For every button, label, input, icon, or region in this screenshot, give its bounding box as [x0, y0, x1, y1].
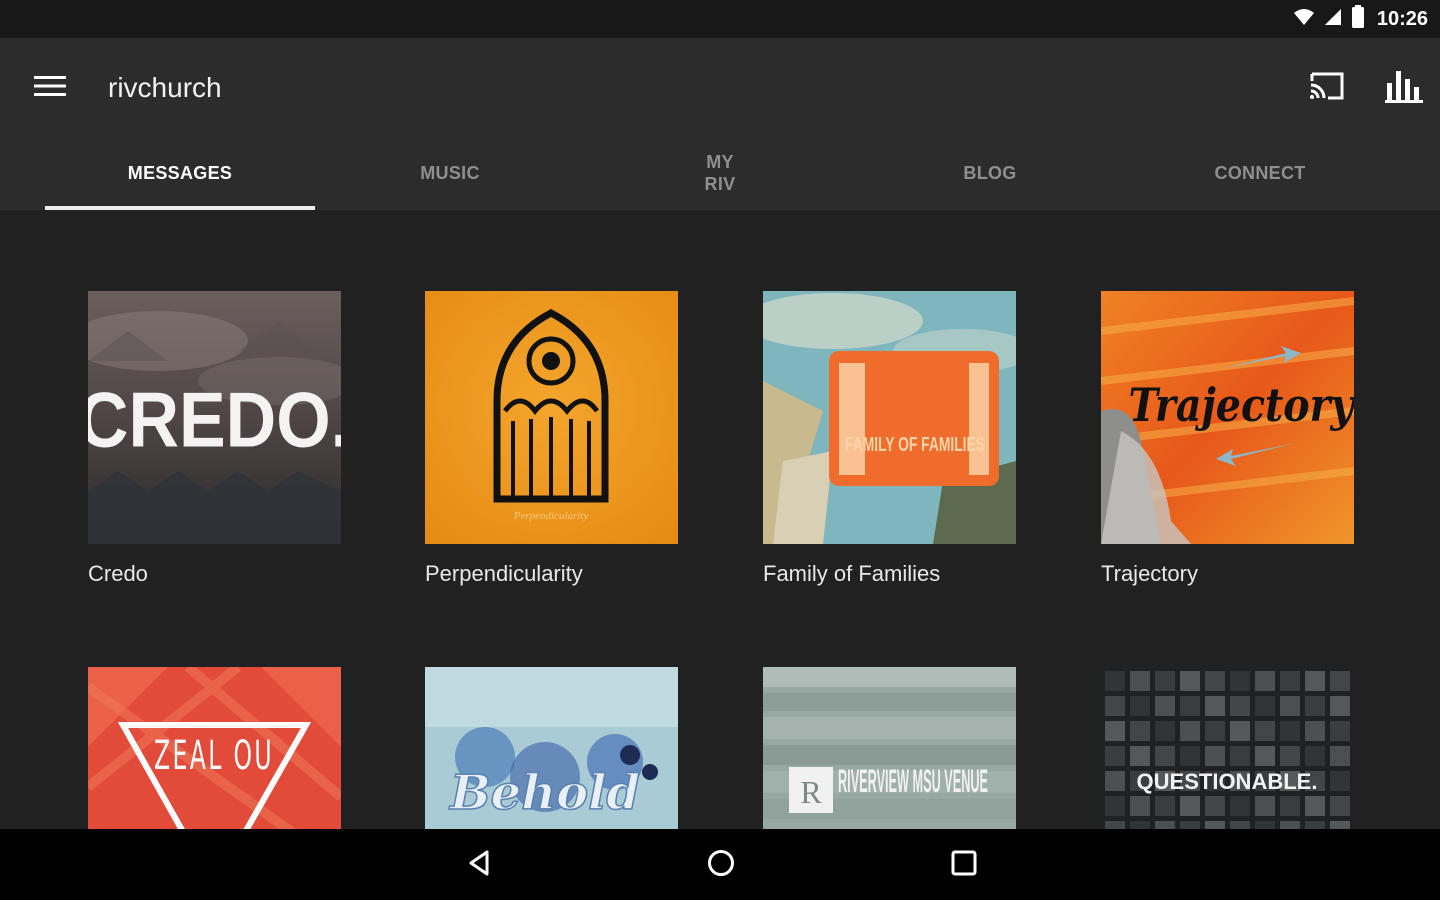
home-button[interactable]	[696, 843, 746, 887]
tab-bar: MESSAGES MUSIC MY RIV BLOG CONNECT	[45, 136, 1395, 210]
series-cover: CREDO.	[88, 291, 341, 544]
menu-icon	[34, 74, 66, 103]
tab-messages[interactable]: MESSAGES	[45, 136, 315, 210]
cover-art-text: RIVERVIEW MSU VENUE	[838, 763, 988, 799]
svg-text:R: R	[800, 774, 822, 810]
series-grid: CREDO. Credo Perpendicularity Perpendicu…	[88, 291, 1354, 829]
series-card-perpendicularity[interactable]: Perpendicularity Perpendicularity	[425, 291, 678, 588]
tab-connect[interactable]: CONNECT	[1125, 136, 1395, 210]
tab-label: MUSIC	[420, 163, 480, 183]
tab-blog[interactable]: BLOG	[855, 136, 1125, 210]
cast-icon	[1308, 71, 1346, 106]
tab-my-riv[interactable]: MY RIV	[585, 136, 855, 210]
series-title: Credo	[88, 561, 148, 586]
battery-icon	[1351, 4, 1365, 34]
cover-art-text: QUESTIONABLE.	[1137, 769, 1318, 794]
status-icons: 10:26	[1293, 4, 1428, 34]
recents-button[interactable]	[939, 843, 989, 887]
cover-art-text: ZEAL OU	[154, 733, 274, 779]
status-bar: 10:26	[0, 0, 1440, 38]
series-cover: R RIVERVIEW MSU VENUE	[763, 667, 1016, 829]
recents-icon	[950, 849, 978, 882]
cast-button[interactable]	[1305, 68, 1349, 108]
cover-art-text: FAMILY OF FAMILIES	[845, 434, 985, 456]
status-time: 10:26	[1376, 7, 1428, 30]
cover-art-text: Perpendicularity	[513, 510, 589, 522]
series-title: Family of Families	[763, 561, 941, 586]
cover-art-text: CREDO.	[88, 376, 341, 464]
series-cover: Trajectory	[1101, 291, 1354, 544]
app-bar: rivchurch MESSAGES MUSIC MY RIV BLOG CON…	[0, 38, 1440, 210]
wifi-icon	[1293, 8, 1315, 31]
tab-label: CONNECT	[1214, 163, 1306, 183]
tab-label: BLOG	[963, 163, 1017, 183]
series-card-riverview[interactable]: R RIVERVIEW MSU VENUE	[763, 667, 1016, 829]
menu-button[interactable]	[30, 70, 70, 106]
series-card-zeal[interactable]: ZEAL OU	[88, 667, 341, 829]
series-title: Perpendicularity	[425, 561, 583, 586]
stats-button[interactable]	[1382, 68, 1426, 108]
series-card-behold[interactable]: Behold	[425, 667, 678, 829]
series-cover: QUESTIONABLE.	[1101, 667, 1354, 829]
series-title: Trajectory	[1101, 561, 1198, 586]
home-icon	[706, 848, 736, 883]
series-cover: FAMILY OF FAMILIES	[763, 291, 1016, 544]
series-card-credo[interactable]: CREDO. Credo	[88, 291, 341, 588]
series-cover: Perpendicularity	[425, 291, 678, 544]
cover-art-text: Behold	[448, 765, 640, 821]
cover-art-text: Trajectory	[1129, 378, 1355, 432]
series-card-family-of-families[interactable]: FAMILY OF FAMILIES Family of Families	[763, 291, 1016, 588]
app-title: rivchurch	[108, 72, 222, 103]
bar-chart-icon	[1385, 69, 1423, 108]
series-cover: Behold	[425, 667, 678, 829]
series-card-questionable[interactable]: QUESTIONABLE.	[1101, 667, 1354, 829]
tab-music[interactable]: MUSIC	[315, 136, 585, 210]
signal-icon	[1323, 8, 1343, 31]
back-button[interactable]	[455, 843, 505, 887]
back-icon	[465, 848, 495, 883]
tab-label: MESSAGES	[127, 163, 233, 183]
system-nav-bar	[0, 829, 1440, 900]
series-cover: ZEAL OU	[88, 667, 341, 829]
series-card-trajectory[interactable]: Trajectory Trajectory	[1101, 291, 1354, 588]
tab-label: MY RIV	[704, 152, 736, 194]
